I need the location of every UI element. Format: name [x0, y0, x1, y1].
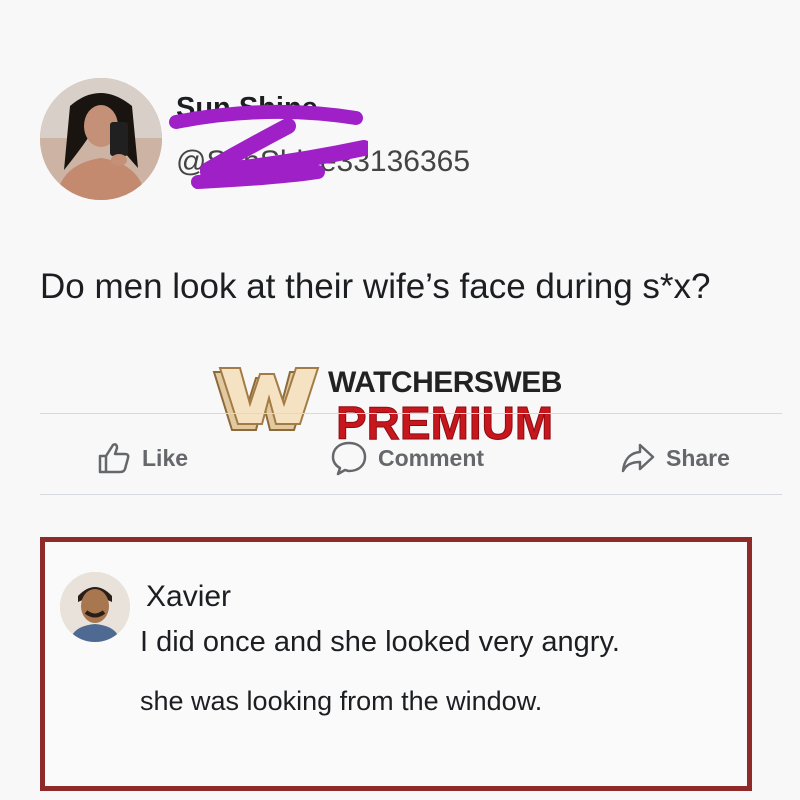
comment-highlight-frame [40, 537, 752, 791]
like-button[interactable]: Like [96, 438, 188, 478]
comment-text-line1: I did once and she looked very angry. [140, 626, 620, 658]
author-handle: @SunShine33136365 [176, 145, 471, 178]
comment-label: Comment [378, 444, 485, 471]
comment-author[interactable]: Xavier [146, 580, 231, 614]
watermark-title: WATCHERSWEB [328, 366, 562, 399]
comment-button[interactable]: Comment [330, 438, 484, 478]
like-label: Like [142, 444, 189, 471]
post-card: Sun Shine @SunShine33136365 Do men look … [0, 0, 800, 800]
watermark-logo-icon [212, 367, 320, 431]
comment-text-line2: she was looking from the window. [140, 686, 543, 716]
watermark: WATCHERSWEB PREMIUM [210, 358, 590, 450]
author-name[interactable]: Sun Shine [176, 92, 318, 125]
thumbs-up-icon [98, 443, 130, 474]
author-avatar[interactable] [40, 78, 162, 200]
share-label: Share [666, 444, 730, 471]
commenter-avatar[interactable] [60, 572, 130, 642]
post-text: Do men look at their wife’s face during … [40, 267, 711, 306]
share-button[interactable]: Share [620, 438, 730, 478]
share-arrow-icon [621, 443, 655, 473]
divider-top [40, 413, 782, 414]
speech-bubble-icon [331, 441, 367, 476]
divider-bottom [40, 494, 782, 495]
